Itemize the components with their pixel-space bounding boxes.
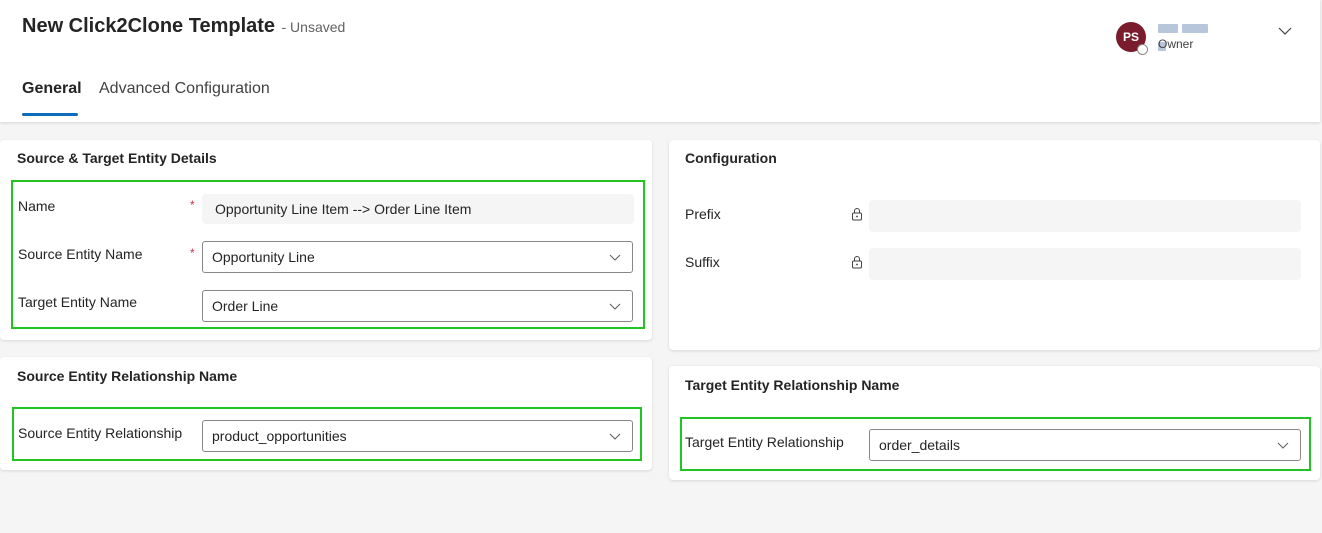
chevron-down-icon[interactable] [1276,22,1294,40]
source-relationship-card: Source Entity Relationship Name Source E… [0,357,652,470]
form-title: New Click2Clone Template [22,15,276,37]
section-title: Target Entity Relationship Name [685,377,900,393]
prefix-input[interactable] [869,200,1301,232]
suffix-label: Suffix [685,254,720,270]
target-entity-name-value: Order Line [212,298,279,314]
presence-status-icon [1137,44,1148,55]
save-status: - Unsaved [281,19,346,35]
owner-field[interactable]: PS Owner [1116,20,1306,56]
suffix-input[interactable] [869,248,1301,280]
section-title: Configuration [685,150,777,166]
required-indicator: * [190,246,195,260]
title-row: New Click2Clone Template - Unsaved [22,15,345,38]
tab-general[interactable]: General [22,80,82,98]
configuration-card: Configuration Prefix Suffix [669,140,1320,350]
chevron-down-icon [609,254,621,261]
target-entity-relationship-value: order_details [879,437,960,453]
owner-role-label: Owner [1158,37,1194,51]
tab-advanced-configuration[interactable]: Advanced Configuration [99,80,270,98]
source-entity-name-value: Opportunity Line [212,249,315,265]
source-entity-relationship-value: product_opportunities [212,428,347,444]
chevron-down-icon [609,303,621,310]
name-label: Name [18,198,56,214]
section-title: Source & Target Entity Details [17,150,217,166]
owner-name-redacted [1158,20,1220,51]
prefix-label: Prefix [685,206,721,222]
source-entity-relationship-label: Source Entity Relationship [18,425,183,441]
form-header: New Click2Clone Template - Unsaved PS Ow… [0,0,1320,122]
target-entity-relationship-select[interactable]: order_details [869,429,1301,461]
active-tab-indicator [22,113,78,116]
target-entity-name-select[interactable]: Order Line [202,290,633,322]
target-entity-relationship-label: Target Entity Relationship [685,434,844,450]
section-title: Source Entity Relationship Name [17,368,238,384]
lock-icon [852,256,862,269]
source-entity-name-label: Source Entity Name [18,246,143,262]
source-entity-relationship-select[interactable]: product_opportunities [202,420,633,452]
required-indicator: * [190,198,195,212]
chevron-down-icon [609,433,621,440]
source-entity-name-select[interactable]: Opportunity Line [202,241,633,273]
lock-icon [852,208,862,221]
avatar-initials: PS [1122,30,1139,44]
target-entity-name-label: Target Entity Name [18,294,138,310]
source-target-card: Source & Target Entity Details Name * Op… [0,140,652,340]
name-field[interactable]: Opportunity Line Item --> Order Line Ite… [202,194,634,224]
target-relationship-card: Target Entity Relationship Name Target E… [669,366,1320,480]
chevron-down-icon [1277,442,1289,449]
